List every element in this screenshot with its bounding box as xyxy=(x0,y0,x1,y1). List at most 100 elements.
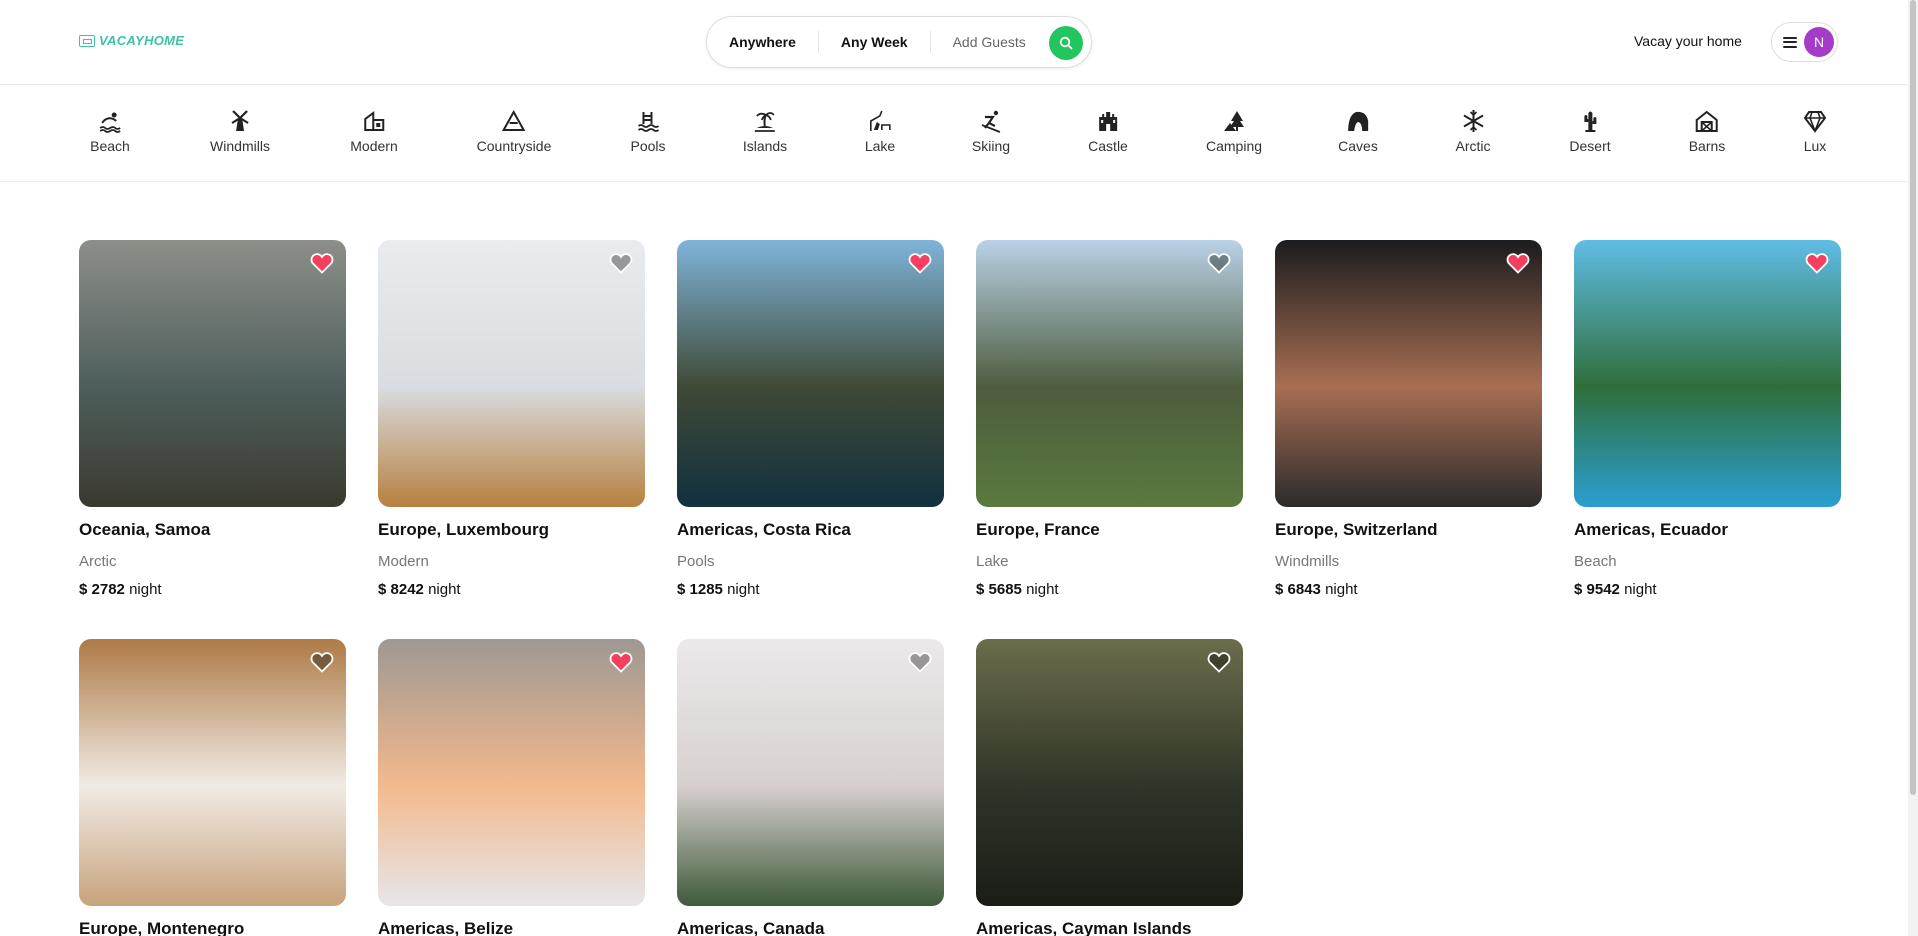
mountain-icon xyxy=(502,109,526,131)
category-lake[interactable]: Lake xyxy=(865,109,895,154)
cave-icon xyxy=(1348,111,1368,131)
listing-card[interactable]: Europe, Switzerland Windmills $ 6843 night xyxy=(1275,240,1542,598)
price-unit: night xyxy=(428,581,461,598)
listing-card[interactable]: Americas, Belize xyxy=(378,639,645,936)
category-label: Barns xyxy=(1688,138,1726,154)
category-arctic[interactable]: Arctic xyxy=(1456,109,1491,154)
listing-category: Lake xyxy=(976,553,1009,570)
listing-location[interactable]: Americas, Canada xyxy=(677,919,944,936)
price-unit: night xyxy=(1624,581,1657,598)
user-menu-button[interactable]: N xyxy=(1771,22,1838,62)
listing-price: $ 9542 night xyxy=(1574,581,1841,598)
category-windmills[interactable]: Windmills xyxy=(210,109,270,154)
category-label: Countryside xyxy=(476,138,552,154)
favorite-heart-icon[interactable] xyxy=(1207,651,1231,673)
category-label: Windmills xyxy=(210,138,270,154)
price-unit: night xyxy=(1026,581,1059,598)
category-label: Skiing xyxy=(971,138,1011,154)
category-beach[interactable]: Beach xyxy=(90,109,130,154)
scrollbar-thumb[interactable] xyxy=(1910,0,1916,795)
castle-icon xyxy=(1099,112,1117,131)
search-guests[interactable]: Add Guests xyxy=(931,31,1036,53)
favorite-heart-icon[interactable] xyxy=(310,252,334,274)
listing-card[interactable]: Americas, Costa Rica Pools $ 1285 night xyxy=(677,240,944,598)
listing-category: Windmills xyxy=(1275,553,1340,570)
listing-card[interactable]: Oceania, Samoa Arctic $ 2782 night xyxy=(79,240,346,598)
category-pools[interactable]: Pools xyxy=(630,109,666,154)
price-amount: $ 1285 xyxy=(677,581,723,598)
top-navbar: VACAYHOME Anywhere Any Week Add Guests V… xyxy=(0,0,1918,85)
listing-location[interactable]: Europe, France xyxy=(976,520,1243,540)
listing-card[interactable]: Europe, Montenegro xyxy=(79,639,346,936)
category-caves[interactable]: Caves xyxy=(1338,109,1378,154)
category-castle[interactable]: Castle xyxy=(1088,109,1128,154)
category-desert[interactable]: Desert xyxy=(1569,109,1611,154)
category-label: Desert xyxy=(1569,138,1611,154)
listing-location[interactable]: Europe, Luxembourg xyxy=(378,520,645,540)
scrollbar[interactable] xyxy=(1908,0,1918,936)
favorite-heart-icon[interactable] xyxy=(310,651,334,673)
listing-price: $ 6843 night xyxy=(1275,581,1542,598)
category-label: Modern xyxy=(350,138,398,154)
listing-photo[interactable] xyxy=(677,240,944,507)
favorite-heart-icon[interactable] xyxy=(908,252,932,274)
island-icon xyxy=(754,112,775,132)
search-where[interactable]: Anywhere xyxy=(707,31,818,53)
category-barns[interactable]: Barns xyxy=(1688,109,1726,154)
listing-photo[interactable] xyxy=(677,639,944,906)
category-skiing[interactable]: Skiing xyxy=(972,109,1010,154)
favorite-heart-icon[interactable] xyxy=(1805,252,1829,274)
listing-photo[interactable] xyxy=(976,639,1243,906)
price-amount: $ 6843 xyxy=(1275,581,1321,598)
category-label: Camping xyxy=(1205,138,1263,154)
category-modern[interactable]: Modern xyxy=(350,109,398,154)
category-countryside[interactable]: Countryside xyxy=(476,109,552,154)
category-label: Caves xyxy=(1338,138,1378,154)
listing-photo[interactable] xyxy=(1275,240,1542,507)
category-label: Pools xyxy=(630,138,666,154)
barn-icon xyxy=(1695,110,1718,132)
cactus-icon xyxy=(1583,111,1596,132)
modern-house-icon xyxy=(364,111,384,131)
favorite-heart-icon[interactable] xyxy=(609,252,633,274)
price-amount: $ 2782 xyxy=(79,581,125,598)
category-label: Beach xyxy=(90,138,130,154)
favorite-heart-icon[interactable] xyxy=(1207,252,1231,274)
search-bar[interactable]: Anywhere Any Week Add Guests xyxy=(706,16,1092,68)
listing-card[interactable]: Europe, Luxembourg Modern $ 8242 night xyxy=(378,240,645,598)
category-islands[interactable]: Islands xyxy=(743,109,787,154)
listing-location[interactable]: Americas, Ecuador xyxy=(1574,520,1841,540)
listing-card[interactable]: Europe, France Lake $ 5685 night xyxy=(976,240,1243,598)
search-button[interactable] xyxy=(1049,26,1083,60)
listing-card[interactable]: Americas, Cayman Islands xyxy=(976,639,1243,936)
category-camping[interactable]: Camping xyxy=(1206,109,1262,154)
listing-card[interactable]: Americas, Canada xyxy=(677,639,944,936)
logo-text: VACAYHOME xyxy=(99,33,185,48)
pool-icon xyxy=(637,112,659,132)
listing-photo[interactable] xyxy=(378,240,645,507)
favorite-heart-icon[interactable] xyxy=(609,651,633,673)
listing-location[interactable]: Americas, Costa Rica xyxy=(677,520,944,540)
favorite-heart-icon[interactable] xyxy=(908,651,932,673)
category-label: Lux xyxy=(1803,138,1827,154)
category-label: Islands xyxy=(742,138,788,154)
logo[interactable]: VACAYHOME xyxy=(79,33,184,48)
vacay-your-home-link[interactable]: Vacay your home xyxy=(1634,33,1742,49)
search-when[interactable]: Any Week xyxy=(819,31,930,53)
listing-location[interactable]: Europe, Switzerland xyxy=(1275,520,1542,540)
category-lux[interactable]: Lux xyxy=(1803,109,1827,154)
listing-photo[interactable] xyxy=(378,639,645,906)
listing-photo[interactable] xyxy=(79,639,346,906)
listing-location[interactable]: Oceania, Samoa xyxy=(79,520,346,540)
listing-card[interactable]: Americas, Ecuador Beach $ 9542 night xyxy=(1574,240,1841,598)
listing-photo[interactable] xyxy=(1574,240,1841,507)
favorite-heart-icon[interactable] xyxy=(1506,252,1530,274)
listing-category: Beach xyxy=(1574,553,1617,570)
listing-photo[interactable] xyxy=(79,240,346,507)
listing-location[interactable]: Europe, Montenegro xyxy=(79,919,346,936)
listing-photo[interactable] xyxy=(976,240,1243,507)
menu-icon xyxy=(1783,36,1797,48)
listing-location[interactable]: Americas, Cayman Islands xyxy=(976,919,1243,936)
listing-location[interactable]: Americas, Belize xyxy=(378,919,645,936)
price-unit: night xyxy=(727,581,760,598)
